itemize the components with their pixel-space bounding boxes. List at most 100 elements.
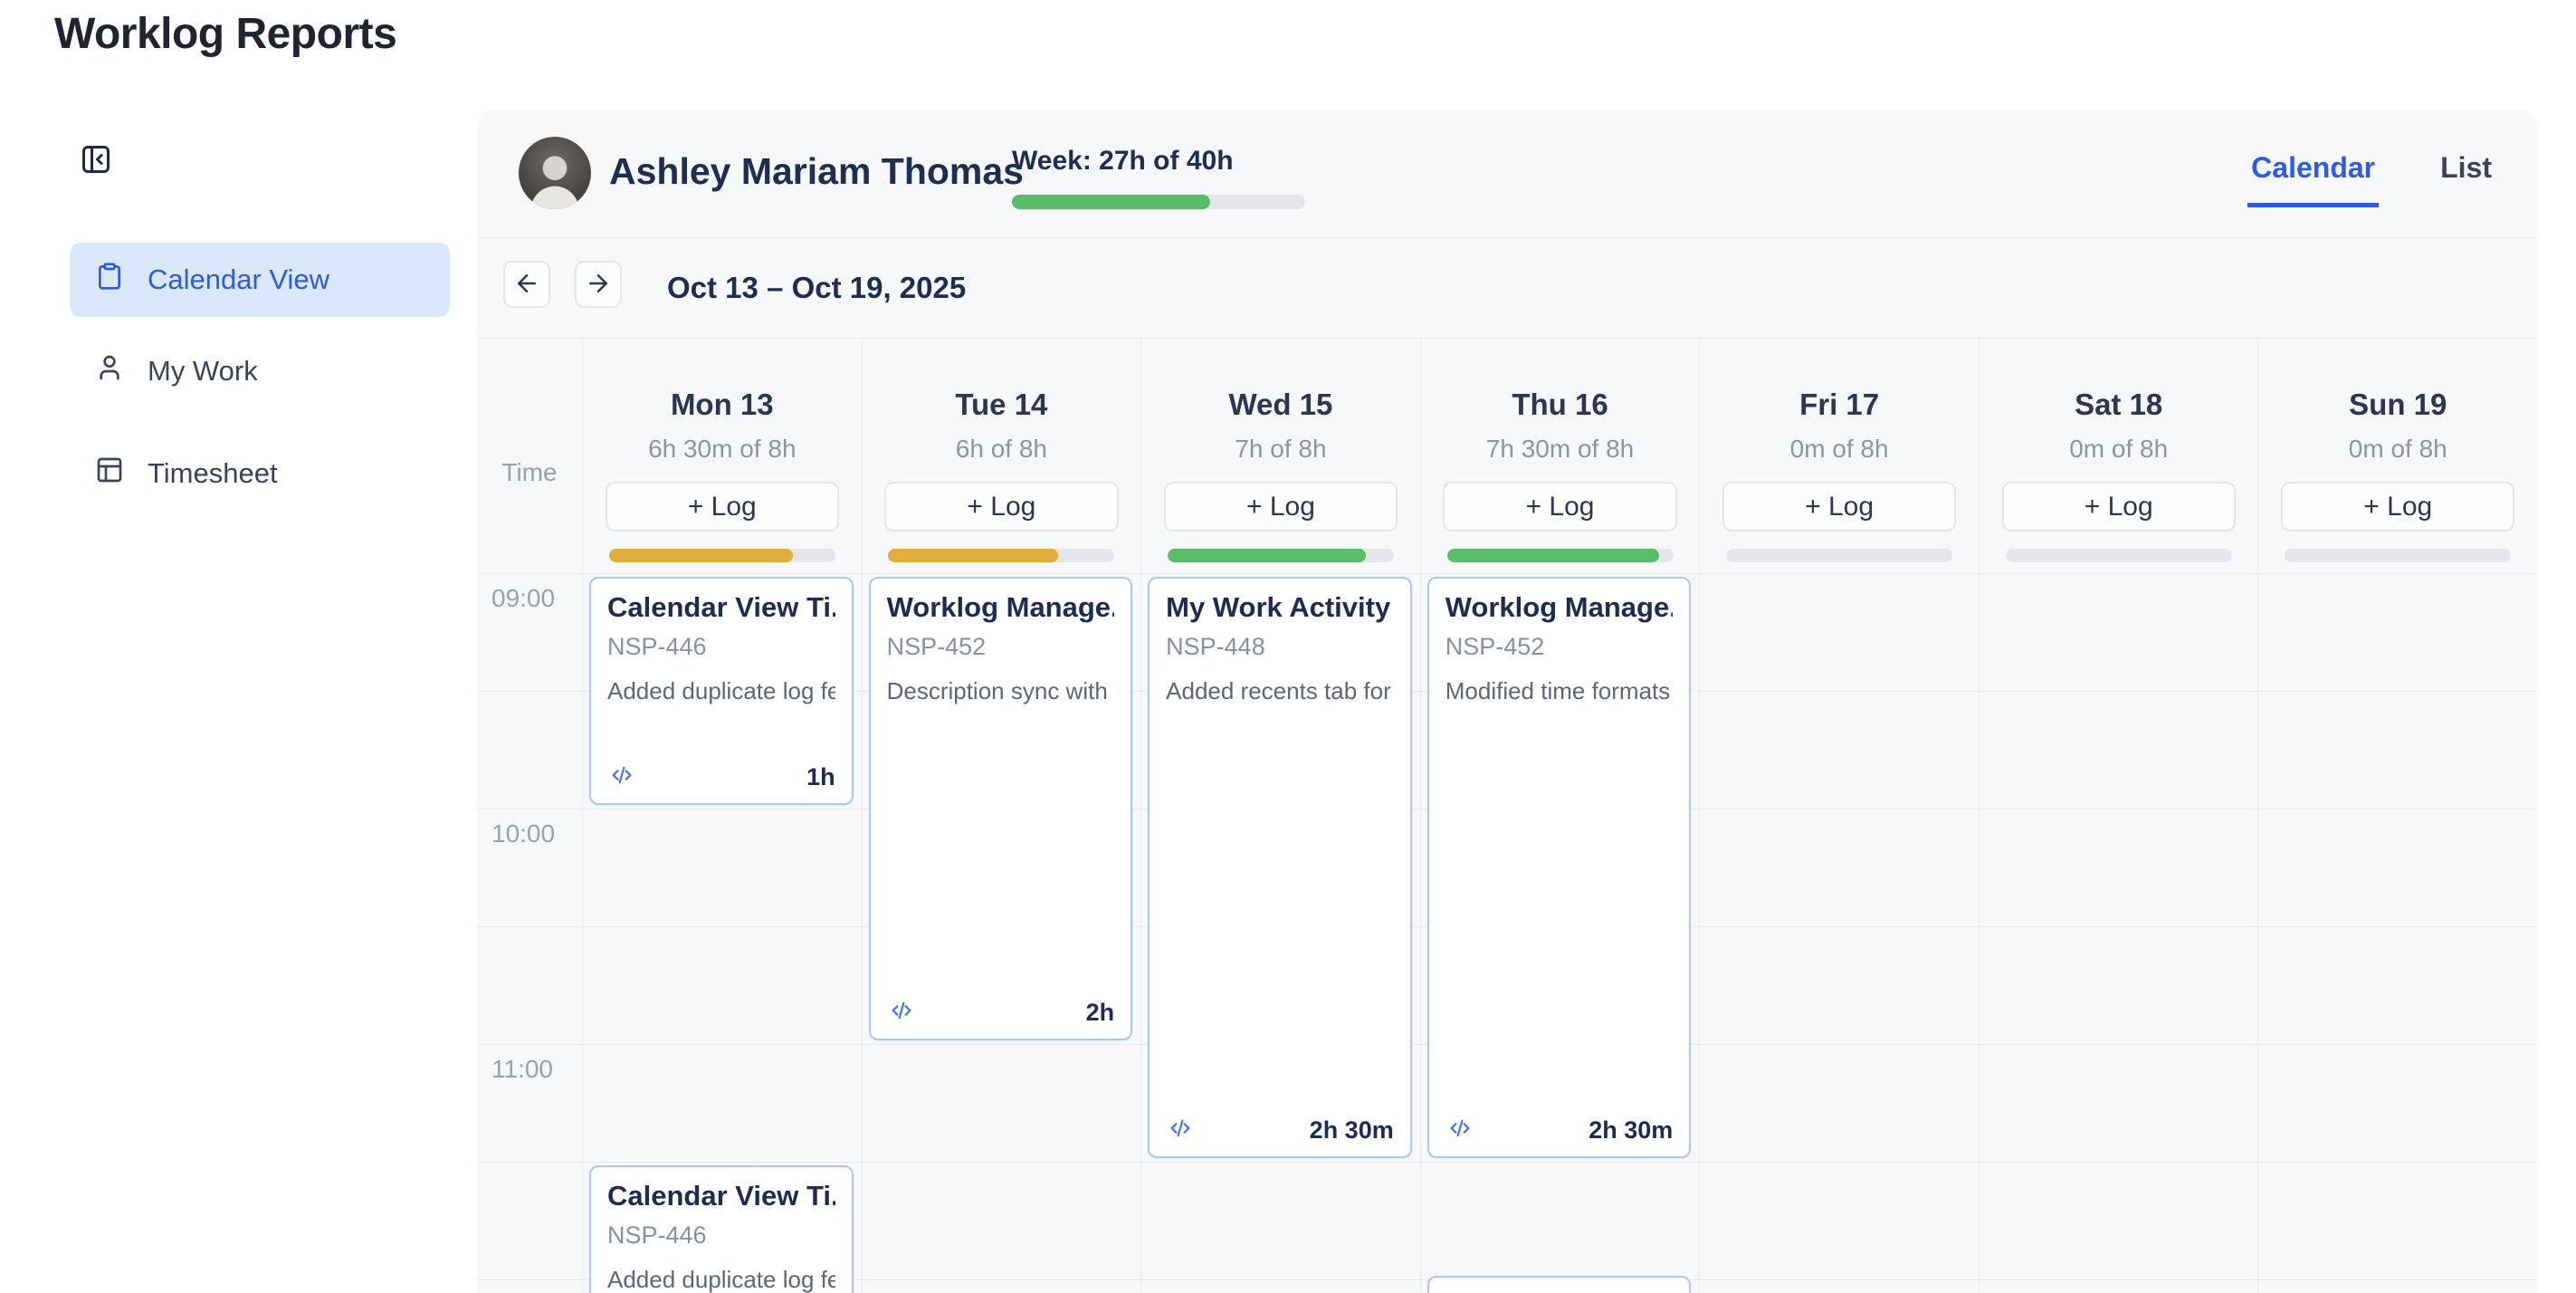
- day-progress-fill: [609, 549, 793, 562]
- event-description: Description sync with Jira: [887, 677, 1115, 705]
- day-header-tue-14: Tue 14 6h of 8h + Log: [863, 339, 1142, 573]
- day-name: Fri 17: [1700, 388, 1979, 422]
- log-time-button[interactable]: + Log: [1722, 482, 1956, 532]
- sidebar-item-my-work[interactable]: My Work: [70, 334, 450, 408]
- worklog-event-card[interactable]: Worklog Manage... NSP-452 Modified time fo…: [1427, 577, 1692, 1158]
- sidebar-item-timesheet[interactable]: Timesheet: [70, 436, 450, 511]
- day-progress-bar: [1168, 549, 1394, 562]
- table-icon: [95, 455, 124, 492]
- event-footer: 2h: [887, 998, 1115, 1028]
- day-name: Wed 15: [1141, 388, 1420, 422]
- tab-calendar[interactable]: Calendar: [2247, 151, 2379, 207]
- day-logged-hours: 6h of 8h: [863, 435, 1141, 464]
- event-issue-key: NSP-446: [607, 1221, 835, 1250]
- day-logged-hours: 0m of 8h: [1700, 435, 1979, 464]
- day-progress-fill: [1168, 549, 1366, 562]
- prev-week-button[interactable]: [503, 261, 550, 308]
- sidebar-item-label: Calendar View: [148, 263, 329, 296]
- week-progress-bar: [1012, 195, 1305, 209]
- worklog-event-card[interactable]: [1427, 1276, 1692, 1293]
- week-summary: Week: 27h of 40h: [1012, 146, 1305, 209]
- event-duration: 2h 30m: [1310, 1116, 1394, 1145]
- event-title: Calendar View Ti...: [607, 591, 835, 624]
- calendar-grid: 09:0010:0011:0012:00 Calendar View Ti...…: [477, 573, 2537, 1293]
- event-issue-key: NSP-446: [607, 633, 835, 661]
- day-header-fri-17: Fri 17 0m of 8h + Log: [1700, 339, 1980, 573]
- day-column-thu-16: Worklog Manage... NSP-452 Modified time fo…: [1421, 573, 1701, 1293]
- worklog-event-card[interactable]: My Work Activity ... NSP-448 Added recents…: [1148, 577, 1412, 1158]
- day-header-row: Time Mon 136h 30m of 8h+ LogTue 146h of …: [477, 339, 2537, 573]
- log-time-button[interactable]: + Log: [1443, 482, 1676, 532]
- day-logged-hours: 0m of 8h: [1980, 435, 2258, 464]
- code-icon: [1445, 1116, 1474, 1145]
- week-nav: Oct 13 – Oct 19, 2025: [477, 238, 2537, 339]
- event-description: Modified time formats fo...: [1445, 677, 1674, 705]
- page-title: Worklog Reports: [54, 9, 396, 59]
- day-logged-hours: 6h 30m of 8h: [583, 435, 862, 464]
- log-time-button[interactable]: + Log: [884, 482, 1118, 532]
- sidebar-item-label: Timesheet: [148, 457, 278, 490]
- day-column-sun-19: [2258, 573, 2537, 1293]
- day-column-wed-15: My Work Activity ... NSP-448 Added recents…: [1141, 573, 1421, 1293]
- day-name: Thu 16: [1421, 388, 1700, 422]
- event-description: Added duplicate log feat...: [607, 1266, 835, 1293]
- code-icon: [1166, 1116, 1195, 1145]
- event-title: My Work Activity ...: [1166, 591, 1394, 624]
- sidebar-collapse-button[interactable]: [80, 143, 112, 176]
- next-week-button[interactable]: [575, 261, 622, 308]
- day-progress-bar: [609, 549, 835, 562]
- sidebar-item-calendar-view[interactable]: Calendar View: [70, 243, 450, 317]
- event-duration: 2h: [1086, 999, 1115, 1027]
- log-time-button[interactable]: + Log: [2002, 482, 2236, 532]
- worklog-event-card[interactable]: Worklog Manage...NSP-452Description sync…: [869, 577, 1133, 1040]
- log-time-button[interactable]: + Log: [2281, 482, 2514, 532]
- time-column-header: Time: [477, 339, 583, 573]
- day-header-thu-16: Thu 16 7h 30m of 8h + Log: [1421, 339, 1701, 573]
- time-column: 09:0010:0011:0012:00: [477, 573, 583, 1293]
- event-title: Worklog Manage...: [1445, 591, 1674, 624]
- user-icon: [95, 353, 124, 389]
- date-range-label: Oct 13 – Oct 19, 2025: [667, 271, 966, 305]
- event-duration: 1h: [806, 763, 835, 791]
- user-name: Ashley Mariam Thomas: [609, 150, 1024, 193]
- event-issue-key: NSP-452: [1445, 633, 1674, 661]
- event-title: Calendar View Ti...: [607, 1180, 835, 1212]
- day-progress-bar: [2006, 549, 2232, 562]
- day-header-sun-19: Sun 190m of 8h+ Log: [2258, 339, 2537, 573]
- day-column-sat-18: [1980, 573, 2259, 1293]
- time-label: 11:00: [491, 1055, 553, 1084]
- time-label: 09:00: [491, 584, 555, 613]
- time-label: 10:00: [491, 819, 555, 848]
- day-progress-fill: [888, 549, 1058, 562]
- week-progress-fill: [1012, 195, 1210, 209]
- time-column-label: Time: [501, 458, 557, 487]
- day-header-wed-15: Wed 157h of 8h+ Log: [1141, 339, 1421, 573]
- day-header-sat-18: Sat 18 0m of 8h + Log: [1980, 339, 2259, 573]
- day-name: Tue 14: [863, 388, 1141, 422]
- event-footer: 1h: [607, 762, 835, 792]
- worklog-event-card[interactable]: Calendar View Ti... NSP-446 Added duplicat…: [589, 1165, 854, 1293]
- day-header-mon-13: Mon 136h 30m of 8h+ Log: [583, 339, 863, 573]
- day-column-mon-13: Calendar View Ti... NSP-446 Added duplicat…: [583, 573, 863, 1293]
- sidebar-item-label: My Work: [148, 355, 258, 388]
- event-issue-key: NSP-448: [1166, 633, 1394, 661]
- code-icon: [887, 998, 916, 1028]
- day-name: Sun 19: [2258, 388, 2537, 422]
- day-name: Sat 18: [1980, 388, 2258, 422]
- log-time-button[interactable]: + Log: [606, 482, 839, 532]
- user-header: Ashley Mariam Thomas Week: 27h of 40h Ca…: [477, 110, 2537, 238]
- arrow-right-icon: [585, 270, 612, 300]
- view-tabs: Calendar List: [2247, 151, 2495, 207]
- event-description: Added recents tab for ea...: [1166, 677, 1394, 705]
- event-title: Worklog Manage...: [887, 591, 1115, 624]
- day-column-tue-14: Worklog Manage...NSP-452Description sync…: [863, 573, 1142, 1293]
- day-logged-hours: 7h 30m of 8h: [1421, 435, 1700, 464]
- worklog-panel: Ashley Mariam Thomas Week: 27h of 40h Ca…: [477, 110, 2537, 1293]
- day-progress-bar: [888, 549, 1114, 562]
- event-footer: 2h 30m: [1445, 1116, 1674, 1145]
- log-time-button[interactable]: + Log: [1164, 482, 1398, 532]
- worklog-event-card[interactable]: Calendar View Ti...NSP-446Added duplicat…: [589, 577, 854, 805]
- panel-left-close-icon: [80, 165, 112, 178]
- day-progress-bar: [1726, 549, 1952, 562]
- tab-list[interactable]: List: [2437, 151, 2495, 207]
